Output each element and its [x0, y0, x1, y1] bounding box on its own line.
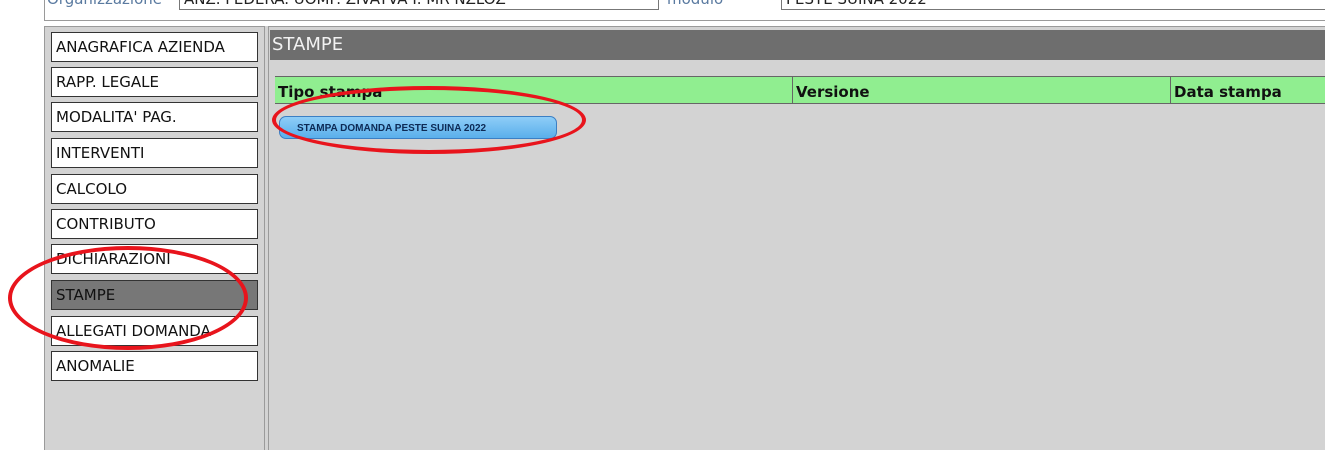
sidebar-item-stampe[interactable]: STAMPE: [51, 280, 258, 310]
content-panel: STAMPE Tipo stampa Versione Data stampa …: [270, 30, 1325, 450]
application-window: Organizzazione ANZ. FEDERA. UOMP. ZIVATV…: [0, 0, 1325, 450]
column-header-data-stampa: Data stampa: [1170, 77, 1325, 103]
column-header-versione: Versione: [792, 77, 1170, 103]
sidebar-item-interventi[interactable]: INTERVENTI: [51, 138, 258, 168]
sidebar-item-contributo[interactable]: CONTRIBUTO: [51, 209, 258, 239]
organization-label: Organizzazione: [47, 0, 162, 8]
sidebar-item-modalita-pag[interactable]: MODALITA' PAG.: [51, 102, 258, 132]
module-label: modulo: [667, 0, 723, 8]
sidebar-item-allegati-domanda[interactable]: ALLEGATI DOMANDA: [51, 316, 258, 346]
header-bar: Organizzazione ANZ. FEDERA. UOMP. ZIVATV…: [44, 0, 1325, 21]
section-title: STAMPE: [270, 30, 1325, 60]
organization-field[interactable]: ANZ. FEDERA. UOMP. ZIVATVA I. MR NZLOZ: [179, 0, 659, 10]
module-field[interactable]: PESTE SUINA 2022: [781, 0, 1325, 10]
column-header-tipo-stampa: Tipo stampa: [278, 83, 383, 101]
sidebar-item-rapp-legale[interactable]: RAPP. LEGALE: [51, 67, 258, 97]
sidebar-item-anomalie[interactable]: ANOMALIE: [51, 351, 258, 381]
panel-divider: [264, 26, 269, 450]
sidebar-item-calcolo[interactable]: CALCOLO: [51, 174, 258, 204]
print-application-button[interactable]: STAMPA DOMANDA PESTE SUINA 2022: [279, 116, 557, 139]
sidebar-item-dichiarazioni[interactable]: DICHIARAZIONI: [51, 244, 258, 274]
sidebar-item-anagrafica-azienda[interactable]: ANAGRAFICA AZIENDA: [51, 32, 258, 62]
table-header-row: Tipo stampa Versione Data stampa: [275, 76, 1325, 104]
